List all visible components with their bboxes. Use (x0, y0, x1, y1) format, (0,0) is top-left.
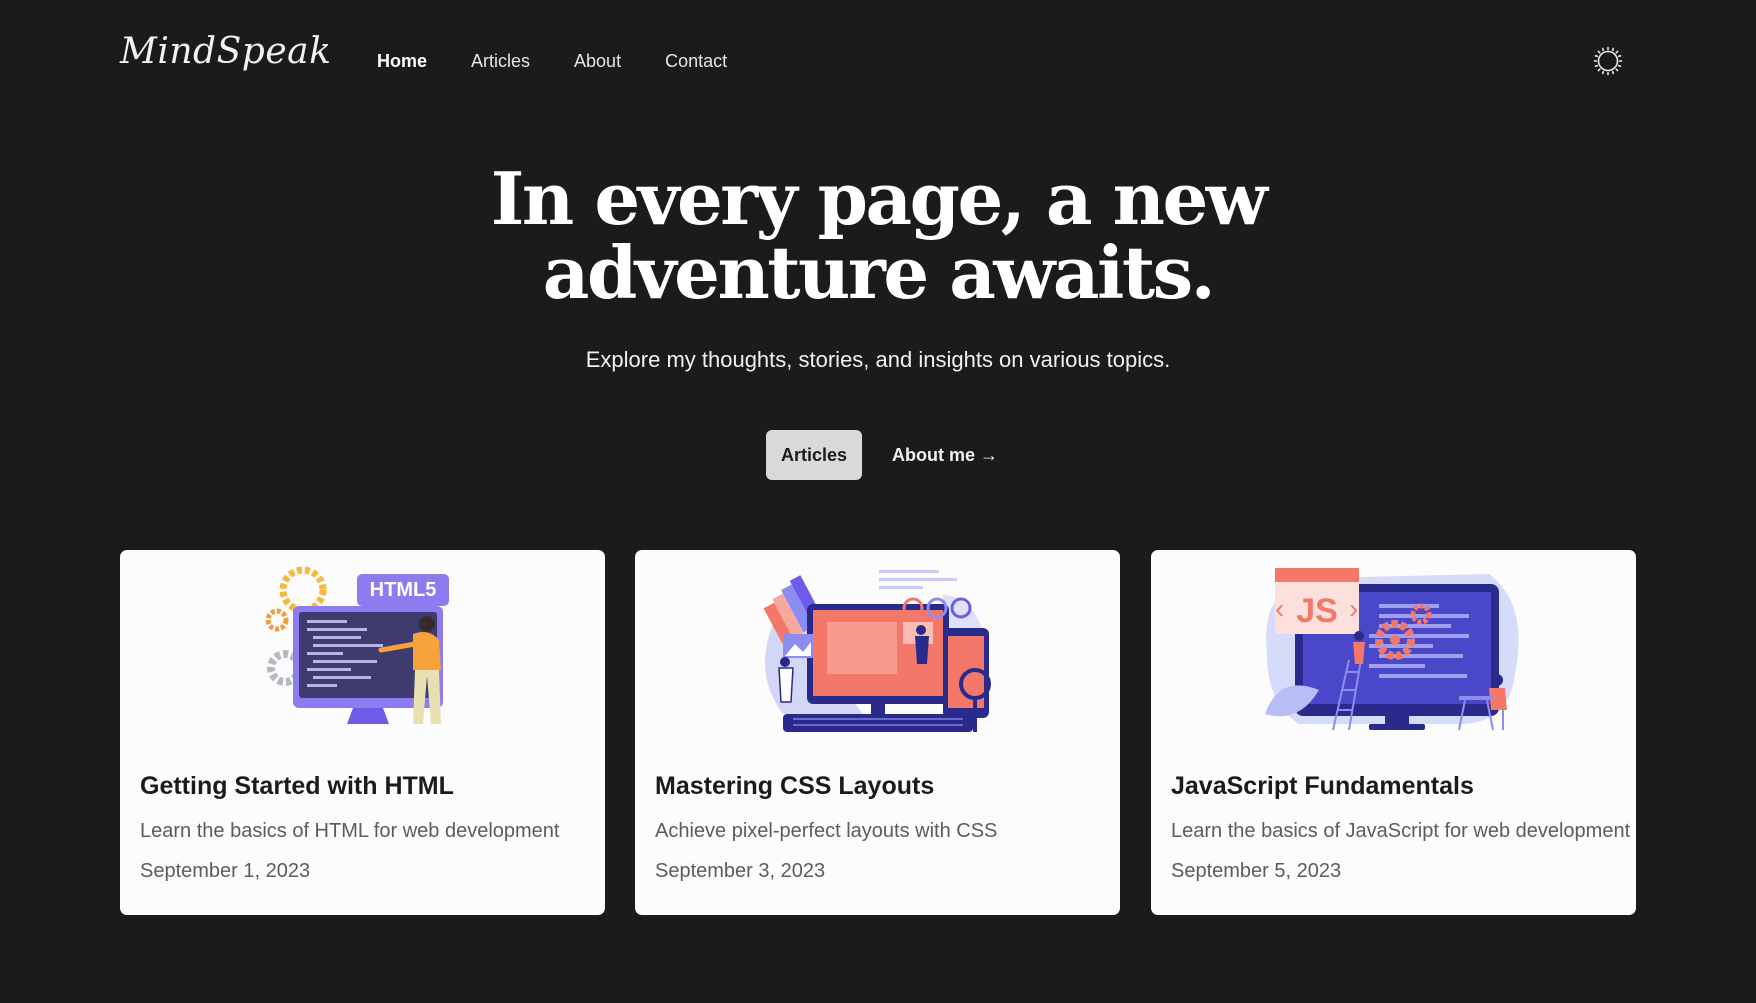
article-date: September 5, 2023 (1171, 860, 1342, 882)
article-title[interactable]: Mastering CSS Layouts (655, 772, 934, 801)
article-date: September 1, 2023 (140, 860, 311, 882)
site-header: MindSpeak Home Articles About Contact (0, 0, 1756, 120)
articles-button[interactable]: Articles (766, 430, 862, 480)
hero-title: In every page, a new adventure awaits. (0, 162, 1756, 310)
js-badge-text: JS (1296, 592, 1338, 630)
nav-item-about[interactable]: About (574, 50, 621, 72)
article-card-css[interactable]: Mastering CSS Layouts Achieve pixel-perf… (635, 550, 1120, 915)
main-nav: Home Articles About Contact (377, 50, 771, 72)
article-description: Achieve pixel-perfect layouts with CSS (655, 820, 998, 842)
hero-cta-row: Articles About me → (766, 430, 998, 480)
article-title[interactable]: JavaScript Fundamentals (1171, 772, 1474, 801)
nav-item-home[interactable]: Home (377, 50, 427, 72)
html-illustration: HTML5 (120, 564, 605, 736)
html5-badge-text: HTML5 (369, 579, 436, 601)
css-illustration (635, 564, 1120, 736)
hero-subtitle: Explore my thoughts, stories, and insigh… (585, 347, 1171, 372)
article-date: September 3, 2023 (655, 860, 826, 882)
sun-icon (1593, 46, 1623, 76)
article-description: Learn the basics of HTML for web develop… (140, 820, 560, 842)
about-me-link[interactable]: About me → (892, 445, 998, 466)
theme-toggle-button[interactable] (1592, 45, 1624, 77)
site-logo[interactable]: MindSpeak (120, 34, 331, 70)
article-card-javascript[interactable]: JS ‹ › JavaScript Fundamentals Learn the… (1151, 550, 1636, 915)
article-card-html[interactable]: HTML5 Getting Started with HTML Learn th… (120, 550, 605, 915)
article-title[interactable]: Getting Started with HTML (140, 772, 454, 801)
left-angle-glyph: ‹ (1275, 593, 1284, 624)
right-angle-glyph: › (1349, 593, 1358, 624)
nav-item-contact[interactable]: Contact (665, 50, 727, 72)
hero-title-line-2: adventure awaits. (542, 230, 1216, 315)
javascript-illustration: JS ‹ › (1151, 564, 1636, 736)
article-description: Learn the basics of JavaScript for web d… (1171, 820, 1631, 842)
nav-item-articles[interactable]: Articles (471, 50, 530, 72)
hero-title-line-1: In every page, a new (490, 156, 1268, 241)
